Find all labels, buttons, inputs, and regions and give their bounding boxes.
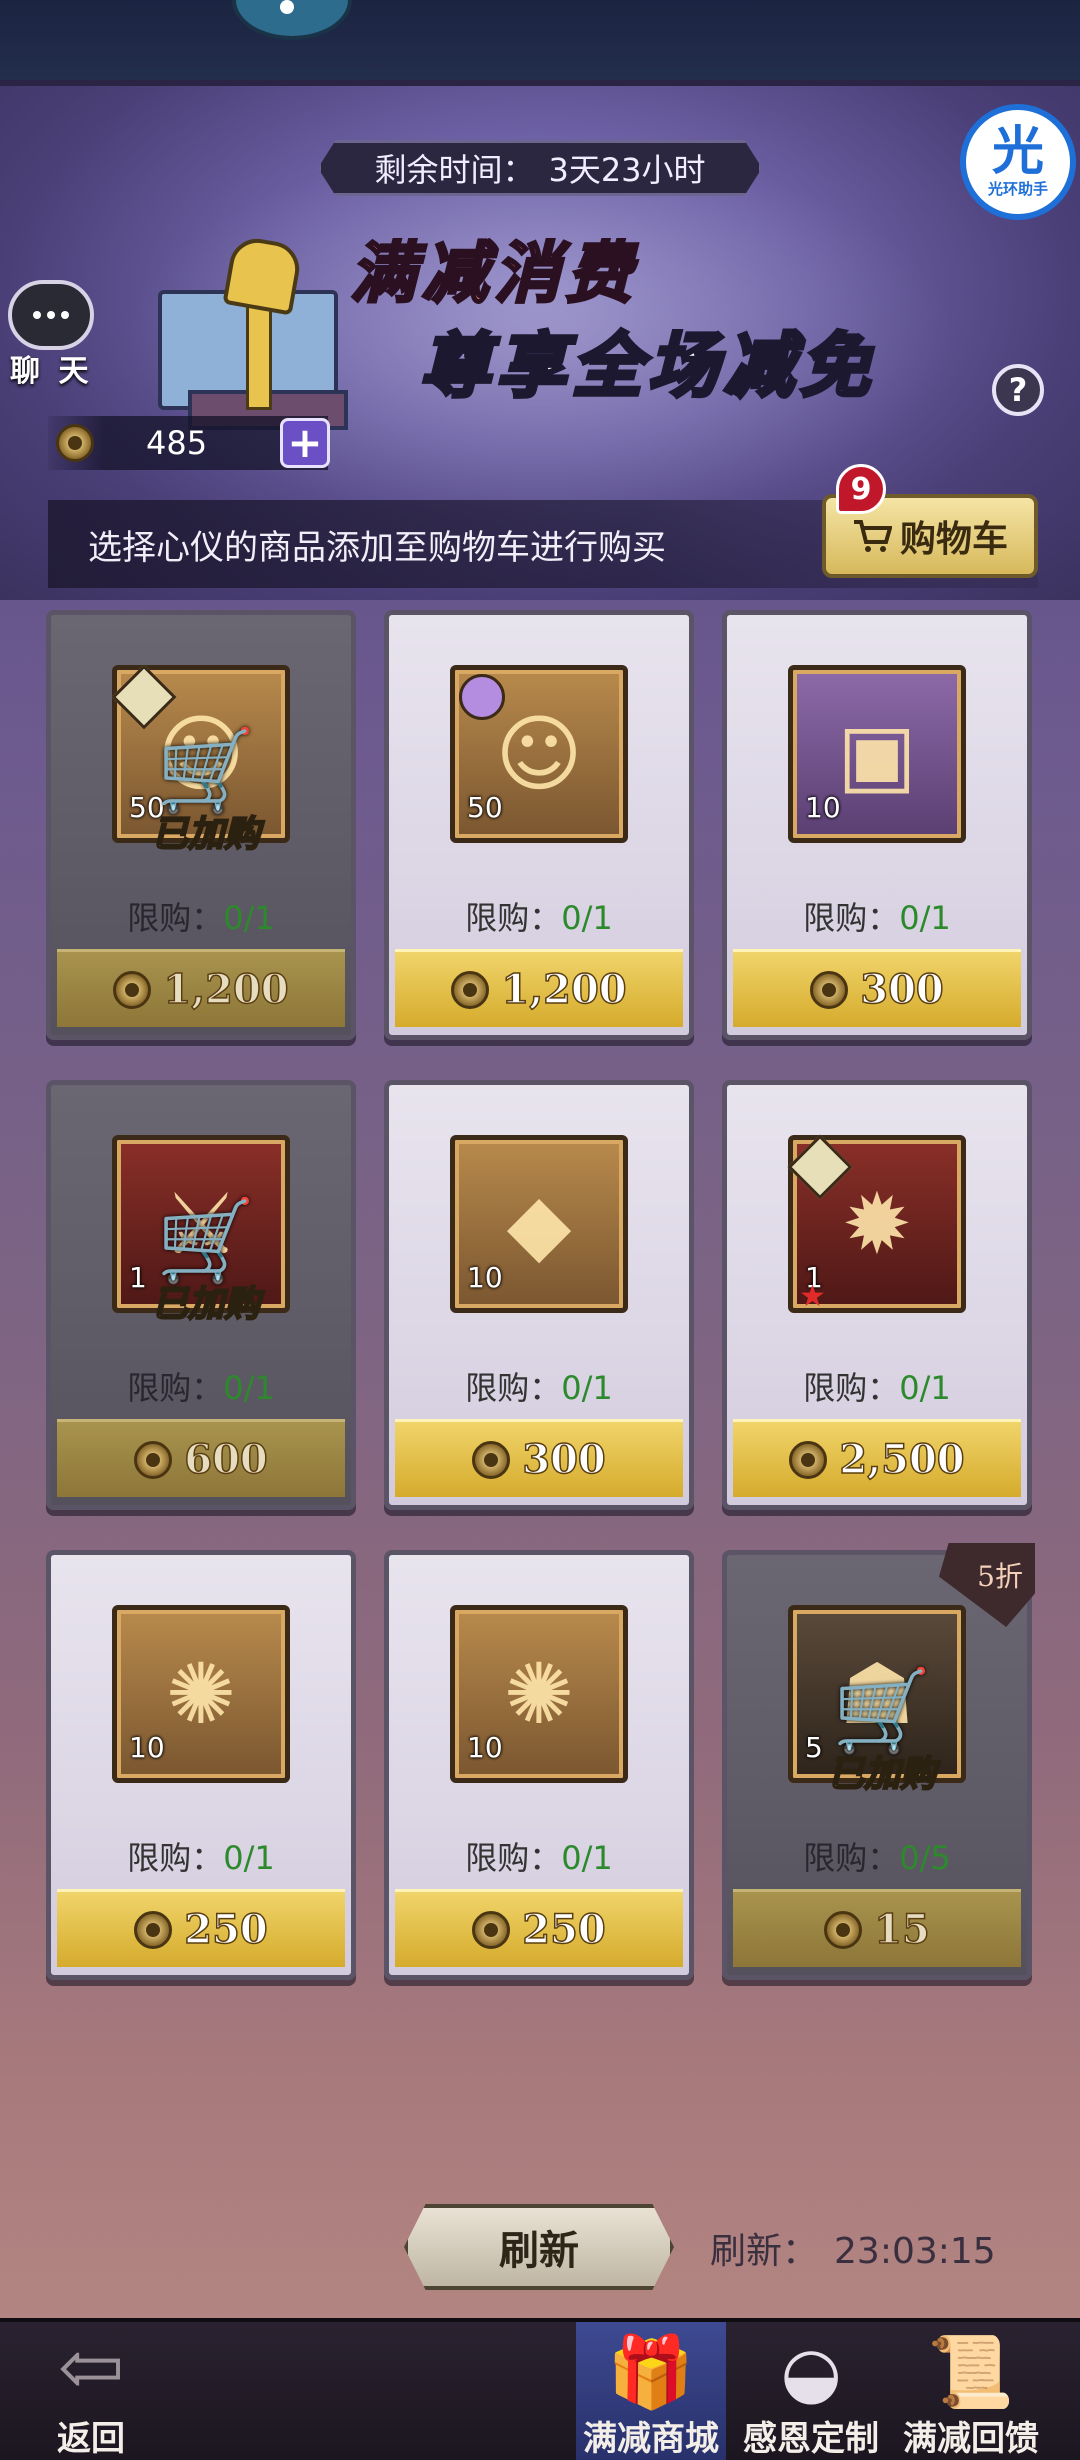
coin-icon	[134, 1910, 173, 1949]
remaining-time: 剩余时间： 3天23小时	[318, 140, 762, 196]
item-grid: ☺ 50 🛒 已加购 限购：0/1 1,200 ☺ 50 限购：0/1 1,20…	[46, 610, 1036, 1980]
price-button[interactable]: 300	[395, 1419, 683, 1497]
purchase-limit: 限购：0/1	[465, 899, 613, 937]
purchase-limit: 限购：0/1	[127, 899, 275, 937]
purchase-limit: 限购：0/1	[803, 899, 951, 937]
added-label: 已加购	[151, 813, 261, 856]
shop-item[interactable]: ✺ 10 限购：0/1 250	[384, 1550, 694, 1980]
golden-orb-icon: ✺ 10	[450, 1605, 628, 1783]
item-quantity: 10	[467, 1731, 503, 1764]
gift-icon: 🎁	[607, 2330, 695, 2413]
shop-item[interactable]: ✺ 10 限购：0/1 250	[46, 1550, 356, 1980]
added-overlay: 🛒 已加购	[767, 1671, 997, 1811]
bottom-nav: ⇦ 返回 🎁 满减商城 ◒ 感恩定制 📜 满减回馈	[0, 2318, 1080, 2460]
item-portrait-icon: ☺ 50	[450, 665, 628, 843]
helper-button[interactable]: 光 光环助手	[960, 104, 1076, 220]
shop-item[interactable]: ⚔ 1 🛒 已加购 限购：0/1 600	[46, 1080, 356, 1510]
refresh-button[interactable]: 刷新	[404, 2204, 674, 2290]
shop-item[interactable]: ◆ 10 限购：0/1 300	[384, 1080, 694, 1510]
add-currency-button[interactable]: +	[280, 418, 330, 468]
back-button[interactable]: ⇦ 返回	[26, 2322, 156, 2460]
coin-icon	[113, 970, 152, 1009]
purchase-limit: 限购：0/1	[465, 1369, 613, 1407]
chat-button[interactable]: 聊 天	[0, 270, 98, 390]
price-button[interactable]: 300	[733, 949, 1021, 1027]
purchase-limit: 限购：0/1	[465, 1839, 613, 1877]
price-button[interactable]: 250	[57, 1889, 345, 1967]
shop-item[interactable]: ▣ 10 限购：0/1 300	[722, 610, 1032, 1040]
purchase-limit: 限购：0/5	[803, 1839, 951, 1877]
cart-icon: 🛒	[156, 724, 256, 817]
shop-item[interactable]: ☺ 50 限购：0/1 1,200	[384, 610, 694, 1040]
tab-label: 感恩定制	[743, 2419, 879, 2459]
price-button[interactable]: 15	[733, 1889, 1021, 1967]
refresh-label: 刷新：	[710, 2231, 819, 2272]
back-arrow-icon: ⇦	[57, 2320, 125, 2414]
coin-icon	[789, 1440, 828, 1479]
added-label: 已加购	[827, 1753, 937, 1796]
chat-bubble-icon	[8, 280, 94, 350]
refresh-countdown: 刷新： 23:03:15	[710, 2222, 996, 2274]
shop-item[interactable]: 5折 ☗ 5 🛒 已加购 限购：0/5 15	[722, 1543, 1035, 1980]
item-quantity: 10	[129, 1731, 165, 1764]
timer-label: 剩余时间：	[374, 151, 535, 189]
shop-item[interactable]: ☺ 50 🛒 已加购 限购：0/1 1,200	[46, 610, 356, 1040]
coin-icon	[56, 424, 94, 462]
coin-icon	[472, 1910, 511, 1949]
timer-value: 3天23小时	[548, 151, 706, 189]
treasure-chest-icon: ▣ 10	[788, 665, 966, 843]
tab-label: 满减商城	[583, 2419, 719, 2459]
price-button[interactable]: 1,200	[395, 949, 683, 1027]
purchase-limit: 限购：0/1	[803, 1369, 951, 1407]
cart-icon	[853, 520, 892, 552]
star-icon: ★	[799, 1279, 826, 1314]
helper-icon: 光	[991, 121, 1044, 182]
cart-icon: 🛒	[832, 1664, 932, 1757]
gift-box-icon	[138, 220, 358, 430]
event-title: 满减消费	[349, 233, 638, 314]
cart-label: 购物车	[899, 519, 1008, 560]
helper-label: 光环助手	[987, 179, 1048, 198]
coin-icon	[451, 970, 490, 1009]
crystal-icon: ◆ 10	[450, 1135, 628, 1313]
item-quantity: 10	[467, 1261, 503, 1294]
item-quantity: 10	[805, 791, 841, 824]
coin-icon	[810, 970, 849, 1009]
added-overlay: 🛒 已加购	[91, 731, 321, 871]
cart-icon: 🛒	[156, 1194, 256, 1287]
price-button[interactable]: 600	[57, 1419, 345, 1497]
chat-label: 聊 天	[10, 354, 93, 389]
refresh-time: 23:03:15	[834, 2231, 996, 2272]
added-label: 已加购	[151, 1283, 261, 1326]
price-button[interactable]: 1,200	[57, 949, 345, 1027]
currency-amount: 485	[146, 424, 208, 462]
creature-portrait-icon: ✹ 1 ★	[787, 1134, 966, 1314]
back-label: 返回	[57, 2419, 125, 2459]
coin-icon	[134, 1440, 173, 1479]
added-overlay: 🛒 已加购	[91, 1201, 321, 1341]
item-quantity: 50	[467, 791, 503, 824]
event-subtitle: 尊享全场减免	[418, 323, 876, 409]
purchase-limit: 限购：0/1	[127, 1369, 275, 1407]
purchase-limit: 限购：0/1	[127, 1839, 275, 1877]
tab-discount-shop[interactable]: 🎁 满减商城	[576, 2322, 726, 2460]
coin-icon	[824, 1910, 863, 1949]
golden-orb-icon: ✺ 10	[112, 1605, 290, 1783]
help-button[interactable]: ?	[992, 364, 1044, 416]
shell-icon: ◒	[780, 2330, 842, 2413]
tab-thanks-custom[interactable]: ◒ 感恩定制	[736, 2322, 886, 2460]
tab-label: 满减回馈	[903, 2419, 1039, 2459]
price-button[interactable]: 2,500	[733, 1419, 1021, 1497]
shop-item[interactable]: ✹ 1 ★ 限购：0/1 2,500	[722, 1080, 1032, 1510]
coin-icon	[472, 1440, 511, 1479]
cart-count-badge: 9	[836, 464, 886, 514]
scroll-icon: 📜	[927, 2330, 1015, 2413]
tab-discount-rewards[interactable]: 📜 满减回馈	[896, 2322, 1046, 2460]
price-button[interactable]: 250	[395, 1889, 683, 1967]
